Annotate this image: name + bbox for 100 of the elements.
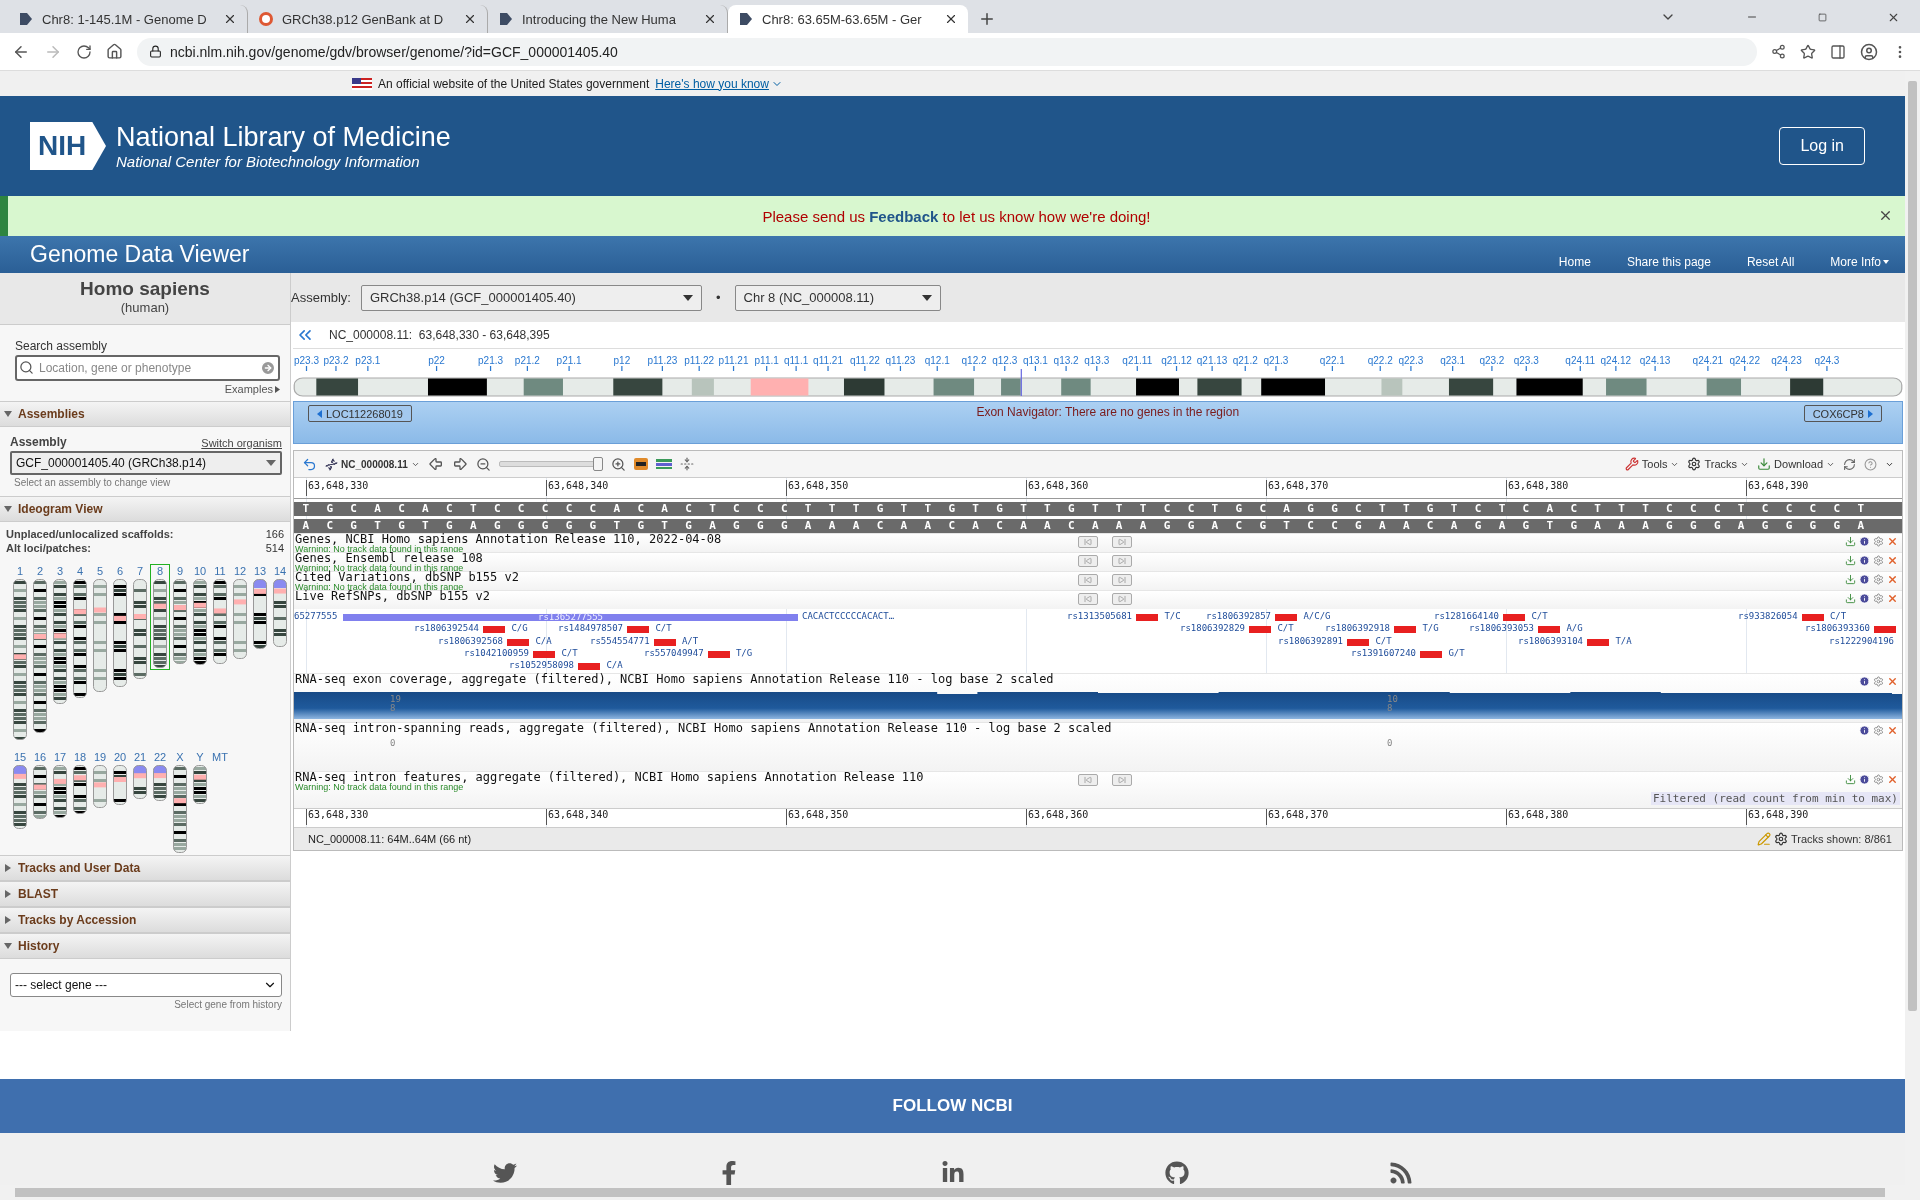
gene-history-select[interactable]: --- select gene --- bbox=[10, 973, 282, 997]
band-label[interactable]: p11.21 bbox=[718, 355, 749, 366]
band-label[interactable]: q22.2 bbox=[1367, 355, 1393, 366]
new-tab-icon[interactable] bbox=[978, 10, 996, 28]
section-header[interactable]: Assemblies bbox=[0, 401, 290, 427]
nav-link[interactable]: Share this page bbox=[1626, 255, 1711, 269]
band-label[interactable]: p21.1 bbox=[556, 355, 582, 366]
assembly-select[interactable]: GRCh38.p14 (GCF_000001405.40) bbox=[360, 284, 702, 311]
section-header[interactable]: Tracks and User Data bbox=[0, 855, 290, 881]
band-label[interactable]: q11.21 bbox=[813, 355, 843, 366]
info-icon[interactable] bbox=[1859, 536, 1870, 547]
assembly-select[interactable]: GCF_000001405.40 (GRCh38.p14) bbox=[10, 451, 282, 475]
refresh-icon[interactable] bbox=[1843, 457, 1856, 471]
sequence-dropdown[interactable]: NC_000008.11 bbox=[325, 457, 420, 471]
band-label[interactable]: q24.11 bbox=[1565, 355, 1596, 366]
info-icon[interactable] bbox=[1859, 725, 1870, 736]
close-icon[interactable] bbox=[944, 12, 958, 26]
band-label[interactable]: q24.22 bbox=[1729, 355, 1760, 366]
band-label[interactable]: p23.2 bbox=[323, 355, 349, 366]
band-label[interactable]: q12.2 bbox=[961, 355, 987, 366]
band-label[interactable]: q11.22 bbox=[849, 355, 880, 366]
chromosome-ideogram-drawing[interactable] bbox=[293, 366, 1903, 399]
chromosome[interactable]: 8 bbox=[150, 564, 170, 670]
band-label[interactable]: q13.2 bbox=[1053, 355, 1079, 366]
nav-link[interactable]: Home bbox=[1558, 255, 1591, 269]
band-label[interactable]: q22.1 bbox=[1319, 355, 1345, 366]
close-icon[interactable] bbox=[703, 12, 717, 26]
band-label[interactable]: p21.3 bbox=[478, 355, 504, 366]
switch-organism-link[interactable]: Switch organism bbox=[201, 437, 282, 449]
help-icon[interactable] bbox=[1864, 457, 1877, 471]
band-label[interactable]: p23.3 bbox=[293, 355, 319, 366]
search-field[interactable]: Location, gene or phenotype bbox=[15, 355, 280, 381]
address-field[interactable]: ncbi.nlm.nih.gov/genome/gdv/browser/genome/?id=GCF_000001405.40 bbox=[137, 37, 1757, 66]
band-label[interactable]: q21.11 bbox=[1122, 355, 1153, 366]
band-label[interactable]: q24.21 bbox=[1692, 355, 1724, 366]
close-icon[interactable] bbox=[1878, 208, 1893, 223]
profile-icon[interactable] bbox=[1860, 42, 1878, 61]
zoom-slider[interactable] bbox=[498, 457, 603, 471]
band-label[interactable]: q23.3 bbox=[1513, 355, 1539, 366]
band-label[interactable]: p11.1 bbox=[754, 355, 779, 366]
info-icon[interactable] bbox=[1859, 555, 1870, 566]
pan-left-icon[interactable] bbox=[427, 456, 444, 472]
chromosome[interactable]: Y bbox=[190, 750, 210, 806]
collapse-tracks-icon[interactable] bbox=[679, 457, 694, 471]
tools-menu[interactable]: Tools bbox=[1624, 457, 1680, 471]
bookmark-icon[interactable] bbox=[1800, 43, 1816, 60]
sidebar-icon[interactable] bbox=[1830, 43, 1846, 60]
band-label[interactable]: p11.23 bbox=[647, 355, 678, 366]
download-menu[interactable]: Download bbox=[1757, 457, 1835, 471]
band-label[interactable]: q24.3 bbox=[1814, 355, 1840, 366]
band-label[interactable]: q12.1 bbox=[924, 355, 950, 366]
band-label[interactable]: q24.23 bbox=[1771, 355, 1802, 366]
section-header[interactable]: Ideogram View bbox=[0, 496, 290, 522]
band-label[interactable]: q13.1 bbox=[1022, 355, 1048, 366]
share-icon[interactable] bbox=[1771, 44, 1786, 59]
browser-tab[interactable]: Chr8: 1-145.1M - Genome D bbox=[8, 5, 248, 33]
download-icon[interactable] bbox=[1845, 555, 1856, 566]
band-label[interactable]: q21.3 bbox=[1263, 355, 1289, 366]
info-icon[interactable] bbox=[1859, 593, 1870, 604]
band-label[interactable]: q11.1 bbox=[784, 355, 809, 366]
rss-icon[interactable] bbox=[1388, 1161, 1413, 1185]
section-header[interactable]: BLAST bbox=[0, 881, 290, 907]
band-label[interactable]: q23.1 bbox=[1440, 355, 1466, 366]
twitter-icon[interactable] bbox=[492, 1161, 517, 1185]
settings-icon[interactable] bbox=[1773, 832, 1788, 846]
band-label[interactable]: q21.2 bbox=[1232, 355, 1258, 366]
sequence-view-icon[interactable] bbox=[633, 458, 648, 470]
maximize-icon[interactable] bbox=[1818, 13, 1827, 22]
band-label[interactable]: q11.23 bbox=[885, 355, 916, 366]
band-label[interactable]: q24.13 bbox=[1639, 355, 1671, 366]
browser-tab[interactable]: Chr8: 63.65M-63.65M - Ger bbox=[728, 5, 968, 33]
band-label[interactable]: q24.12 bbox=[1600, 355, 1632, 366]
linkedin-icon[interactable] bbox=[940, 1161, 965, 1185]
gov-banner-link[interactable]: Here's how you know bbox=[655, 76, 783, 91]
tracks-menu[interactable]: Tracks bbox=[1687, 457, 1750, 471]
chromosome[interactable]: 21 bbox=[130, 750, 150, 801]
band-label[interactable]: q13.3 bbox=[1084, 355, 1110, 366]
home-icon[interactable] bbox=[106, 43, 123, 60]
band-label[interactable]: p12 bbox=[613, 355, 631, 366]
download-icon[interactable] bbox=[1845, 536, 1856, 547]
close-icon[interactable] bbox=[463, 12, 477, 26]
zoom-out-icon[interactable] bbox=[475, 456, 491, 472]
band-label[interactable]: q21.12 bbox=[1161, 355, 1192, 366]
info-icon[interactable] bbox=[1859, 574, 1870, 585]
feedback-link[interactable]: Feedback bbox=[869, 207, 939, 225]
previous-gene-button[interactable]: LOC112268019 bbox=[308, 405, 412, 422]
browser-tab[interactable]: GRCh38.p12 GenBank at D bbox=[248, 5, 488, 33]
nav-link[interactable]: More Info bbox=[1830, 255, 1889, 269]
undo-icon[interactable] bbox=[302, 456, 317, 472]
close-icon[interactable] bbox=[223, 12, 237, 26]
track-order-icon[interactable] bbox=[655, 458, 672, 470]
band-label[interactable]: q21.13 bbox=[1196, 355, 1228, 366]
section-header[interactable]: History bbox=[0, 933, 290, 959]
next-gene-button[interactable]: COX6CP8 bbox=[1803, 405, 1882, 422]
chromosome-select[interactable]: Chr 8 (NC_000008.11) bbox=[734, 284, 941, 311]
github-icon[interactable] bbox=[1164, 1161, 1189, 1185]
download-icon[interactable] bbox=[1845, 593, 1856, 604]
chromosome[interactable]: MT bbox=[210, 750, 230, 765]
examples-link[interactable]: Examples bbox=[224, 383, 280, 395]
close-icon[interactable] bbox=[1887, 11, 1900, 24]
